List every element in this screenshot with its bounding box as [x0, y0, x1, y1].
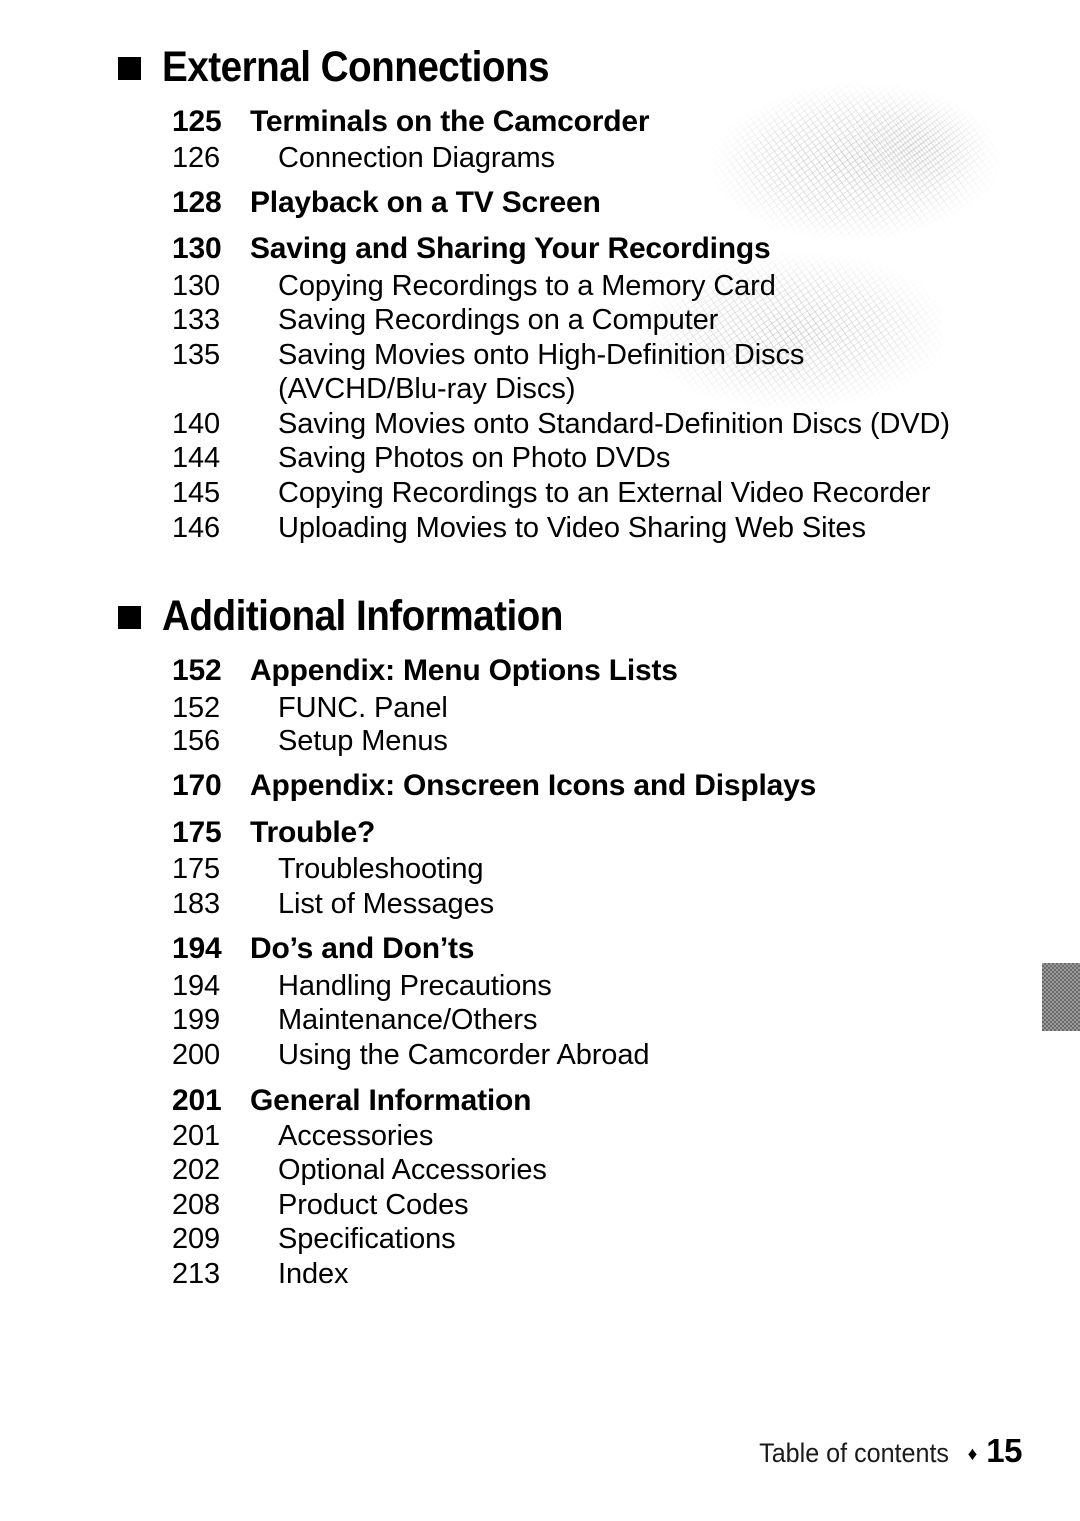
- toc-entry-title: Uploading Movies to Video Sharing Web Si…: [278, 512, 866, 544]
- diamond-separator-icon: ♦: [967, 1444, 978, 1465]
- toc-page-number: 200: [172, 1039, 221, 1071]
- toc-page-number: 175: [172, 853, 221, 885]
- toc-entry-title: Trouble?: [250, 816, 376, 849]
- section-heading-additional-information: Additional Information: [118, 595, 607, 638]
- toc-entry-title: Specifications: [278, 1223, 456, 1255]
- toc-entry-title: Saving Movies onto Standard-Definition D…: [278, 408, 950, 440]
- toc-entry-title: List of Messages: [278, 888, 494, 920]
- toc-page-number: 152: [172, 654, 222, 687]
- toc-page-number: 208: [172, 1189, 221, 1221]
- toc-page-number: 130: [172, 232, 222, 265]
- toc-entry-title: Product Codes: [278, 1189, 469, 1221]
- page-footer: Table of contents ♦ 15: [752, 1432, 1023, 1470]
- toc-entry-title: Setup Menus: [278, 725, 448, 757]
- toc-page-number: 146: [172, 512, 221, 544]
- toc-page-number: 126: [172, 142, 221, 174]
- toc-entry-title-continued: (AVCHD/Blu-ray Discs): [278, 373, 576, 405]
- toc-page-number: 130: [172, 270, 221, 302]
- scan-artifact-watermark-top: [697, 72, 1003, 259]
- toc-page-number: 135: [172, 339, 221, 371]
- toc-entry-title: Saving Recordings on a Computer: [278, 304, 719, 336]
- toc-page-number: 175: [172, 816, 222, 849]
- toc-entry-title: Appendix: Onscreen Icons and Displays: [250, 769, 817, 802]
- black-square-bullet-icon: [118, 57, 141, 80]
- toc-page-number: 194: [172, 932, 222, 965]
- toc-entry-title: Connection Diagrams: [278, 142, 555, 174]
- toc-page-number: 144: [172, 442, 221, 474]
- section-heading-label: Additional Information: [162, 592, 563, 640]
- toc-page-number: 183: [172, 888, 221, 920]
- toc-page-number: 199: [172, 1004, 221, 1036]
- toc-entry-title: Accessories: [278, 1120, 434, 1152]
- toc-page-number: 140: [172, 408, 221, 440]
- toc-page-number: 209: [172, 1223, 221, 1255]
- footer-page-number: 15: [986, 1432, 1022, 1469]
- black-square-bullet-icon: [118, 606, 141, 629]
- toc-entry-title: Saving and Sharing Your Recordings: [250, 232, 771, 265]
- toc-page-number: 201: [172, 1120, 221, 1152]
- toc-page-number: 133: [172, 304, 221, 336]
- toc-entry-title: Copying Recordings to an External Video …: [278, 477, 931, 509]
- toc-page-number: 152: [172, 692, 221, 724]
- toc-page-number: 202: [172, 1154, 221, 1186]
- toc-entry-title: Maintenance/Others: [278, 1004, 538, 1036]
- toc-page-number: 194: [172, 970, 221, 1002]
- toc-entry-title: Handling Precautions: [278, 970, 552, 1002]
- toc-page-number: 213: [172, 1258, 221, 1290]
- toc-page-number: 145: [172, 477, 221, 509]
- toc-page-number: 170: [172, 769, 222, 802]
- toc-entry-title: Saving Photos on Photo DVDs: [278, 442, 671, 474]
- toc-page-number: 156: [172, 725, 221, 757]
- toc-entry-title: Index: [278, 1258, 349, 1290]
- toc-entry-title: Terminals on the Camcorder: [250, 105, 650, 138]
- toc-entry-title: FUNC. Panel: [278, 692, 448, 724]
- footer-label: Table of contents: [759, 1438, 950, 1468]
- toc-entry-title: Using the Camcorder Abroad: [278, 1039, 650, 1071]
- toc-entry-title: Appendix: Menu Options Lists: [250, 654, 678, 687]
- toc-page-number: 125: [172, 105, 222, 138]
- section-heading-label: External Connections: [162, 43, 550, 91]
- scan-artifact-watermark-corner: [822, 83, 1000, 213]
- section-heading-external-connections: External Connections: [118, 46, 592, 89]
- toc-entry-title: Troubleshooting: [278, 853, 484, 885]
- toc-entry-title: Playback on a TV Screen: [250, 186, 601, 219]
- toc-entry-title: Optional Accessories: [278, 1154, 547, 1186]
- toc-entry-title: Saving Movies onto High-Definition Discs: [278, 339, 805, 371]
- toc-entry-title: Do’s and Don’ts: [250, 932, 475, 965]
- toc-page-number: 201: [172, 1084, 222, 1117]
- page-edge-tab-marker: [1042, 963, 1080, 1031]
- toc-page-number: 128: [172, 186, 222, 219]
- toc-entry-title: General Information: [250, 1084, 532, 1117]
- toc-entry-title: Copying Recordings to a Memory Card: [278, 270, 776, 302]
